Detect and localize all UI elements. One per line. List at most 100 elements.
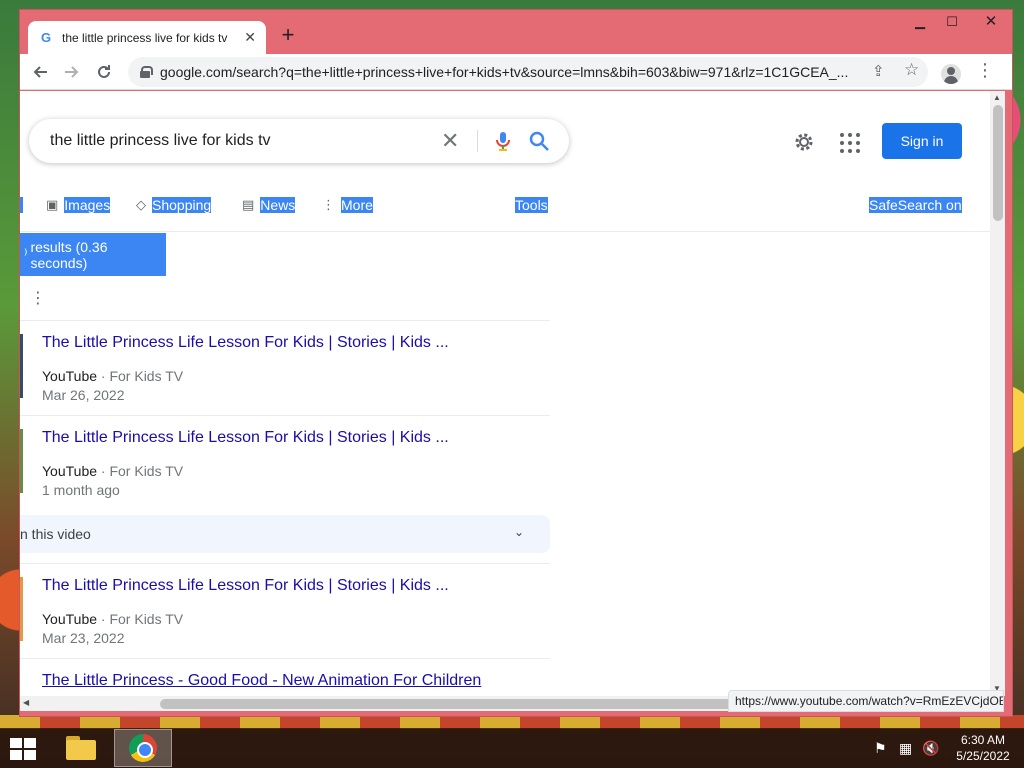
tools-label: Tools — [515, 197, 548, 213]
forward-button[interactable] — [56, 56, 88, 88]
searchbox-divider — [477, 130, 478, 152]
result-source-site: YouTube — [42, 463, 98, 479]
chrome-icon — [129, 734, 157, 762]
maximize-button[interactable]: ☐ — [937, 12, 967, 32]
result-date: Mar 23, 2022 — [42, 630, 125, 646]
result-divider — [20, 320, 550, 321]
result-date: 1 month ago — [42, 482, 120, 498]
results-stats-text: results (0.36 seconds) — [30, 238, 108, 271]
tag-icon: ◇ — [136, 197, 146, 212]
tab-more[interactable]: ⋮ More — [322, 197, 373, 213]
key-moments-bar[interactable]: n this video ⌄ — [20, 515, 550, 553]
minimize-button[interactable]: ▁ — [905, 12, 935, 32]
result-title-link[interactable]: The Little Princess Life Lesson For Kids… — [42, 429, 449, 447]
url-text[interactable]: google.com/search?q=the+little+princess+… — [160, 64, 860, 80]
new-tab-button[interactable]: + — [276, 24, 300, 48]
result-source-sep: · — [97, 368, 110, 384]
lock-icon[interactable] — [140, 66, 153, 78]
video-thumbnail[interactable] — [20, 577, 23, 641]
scroll-up-icon[interactable]: ▲ — [993, 93, 1001, 102]
back-arrow-icon — [33, 65, 47, 78]
tab-news[interactable]: ▤ News — [242, 197, 296, 213]
selection-edge — [20, 197, 23, 213]
microphone-icon[interactable] — [491, 129, 515, 153]
result-channel: For Kids TV — [109, 368, 184, 384]
search-input[interactable]: the little princess live for kids tv — [50, 132, 271, 150]
result-source: YouTube · For Kids TV — [42, 611, 183, 627]
video-thumbnail[interactable] — [20, 334, 23, 398]
bookmark-star-icon[interactable]: ☆ — [904, 60, 919, 80]
tab-title: the little princess live for kids tv — [62, 30, 228, 45]
taskbar: ⚑ ▦ 🔇 6:30 AM 5/25/2022 — [0, 728, 1024, 768]
browser-menu-icon[interactable]: ⋮ — [976, 60, 994, 81]
clock-date: 5/25/2022 — [956, 749, 1010, 763]
volume-muted-icon[interactable]: 🔇 — [922, 740, 939, 757]
browser-window: G the little princess live for kids tv ✕… — [19, 9, 1013, 717]
scroll-left-icon[interactable]: ◀ — [23, 698, 29, 707]
address-bar[interactable]: google.com/search?q=the+little+princess+… — [128, 57, 928, 87]
profile-avatar-icon[interactable] — [941, 64, 961, 84]
tab-shopping[interactable]: ◇ Shopping — [136, 197, 212, 213]
sign-in-button[interactable]: Sign in — [882, 123, 962, 159]
result-channel: For Kids TV — [109, 611, 184, 627]
wallpaper-stripe — [0, 715, 1024, 729]
result-title-link[interactable]: The Little Princess Life Lesson For Kids… — [42, 577, 449, 595]
file-explorer-icon[interactable] — [64, 732, 98, 764]
result-date: Mar 26, 2022 — [42, 387, 125, 403]
result-title-link[interactable]: The Little Princess Life Lesson For Kids… — [42, 334, 449, 352]
result-channel: For Kids TV — [109, 463, 184, 479]
reload-icon — [98, 64, 110, 78]
results-stats: ⁾ results (0.36 seconds) — [20, 233, 166, 276]
link-status-bar: https://www.youtube.com/watch?v=RmEzEVCj… — [728, 690, 1004, 712]
taskbar-chrome-button[interactable] — [114, 729, 172, 767]
google-apps-icon[interactable] — [840, 133, 860, 153]
result-source-sep: · — [97, 611, 110, 627]
image-icon: ▣ — [46, 197, 59, 212]
search-box[interactable]: the little princess live for kids tv ✕ — [29, 119, 569, 163]
tab-images[interactable]: ▣ Images — [46, 197, 111, 213]
browser-titlebar: G the little princess live for kids tv ✕… — [20, 10, 1012, 54]
result-source-site: YouTube — [42, 611, 98, 627]
tools-button[interactable]: Tools — [515, 197, 548, 213]
result-divider — [20, 658, 550, 659]
browser-toolbar: google.com/search?q=the+little+princess+… — [20, 54, 1012, 90]
browser-tab[interactable]: G the little princess live for kids tv ✕ — [28, 21, 266, 54]
action-center-flag-icon[interactable]: ⚑ — [874, 740, 887, 757]
search-results-page: the little princess live for kids tv ✕ S… — [20, 91, 990, 696]
result-source-site: YouTube — [42, 368, 98, 384]
reload-button[interactable] — [88, 56, 120, 88]
vertical-scrollbar[interactable]: ▲ ▼ — [990, 91, 1005, 696]
key-moments-label: n this video — [20, 526, 91, 542]
clock-time: 6:30 AM — [960, 733, 1006, 747]
tab-images-label: Images — [64, 197, 111, 213]
video-thumbnail[interactable] — [20, 429, 23, 493]
forward-arrow-icon — [65, 65, 79, 78]
windows-start-icon[interactable] — [10, 738, 38, 760]
share-icon[interactable]: ⇪ — [872, 62, 885, 80]
clear-search-icon[interactable]: ✕ — [441, 128, 459, 154]
result-divider — [20, 415, 550, 416]
tab-close-icon[interactable]: ✕ — [244, 29, 256, 46]
tab-news-label: News — [260, 197, 296, 213]
network-icon[interactable]: ▦ — [899, 740, 912, 757]
chevron-down-icon[interactable]: ⌄ — [514, 525, 524, 539]
filter-divider — [20, 231, 990, 232]
tab-more-label: More — [341, 197, 373, 213]
close-window-button[interactable]: ✕ — [971, 12, 1011, 32]
news-icon: ▤ — [242, 197, 255, 212]
search-icon[interactable] — [527, 129, 551, 153]
result-options-icon[interactable]: ⋮ — [30, 288, 46, 308]
back-button[interactable] — [24, 56, 56, 88]
result-source-sep: · — [97, 463, 110, 479]
search-filter-bar: ▣ Images ◇ Shopping ▤ News ⋮ More Tools … — [20, 191, 990, 219]
vertical-scroll-thumb[interactable] — [993, 105, 1003, 221]
safesearch-label: SafeSearch on — [869, 197, 962, 213]
horizontal-scroll-thumb[interactable] — [160, 699, 740, 709]
google-favicon-icon: G — [40, 30, 52, 45]
more-dots-icon: ⋮ — [322, 197, 335, 212]
result-title-link[interactable]: The Little Princess - Good Food - New An… — [42, 672, 481, 690]
taskbar-clock[interactable]: 6:30 AM 5/25/2022 — [948, 732, 1018, 764]
result-source: YouTube · For Kids TV — [42, 463, 183, 479]
safesearch-button[interactable]: SafeSearch on — [869, 197, 962, 213]
gear-icon[interactable] — [792, 130, 816, 154]
